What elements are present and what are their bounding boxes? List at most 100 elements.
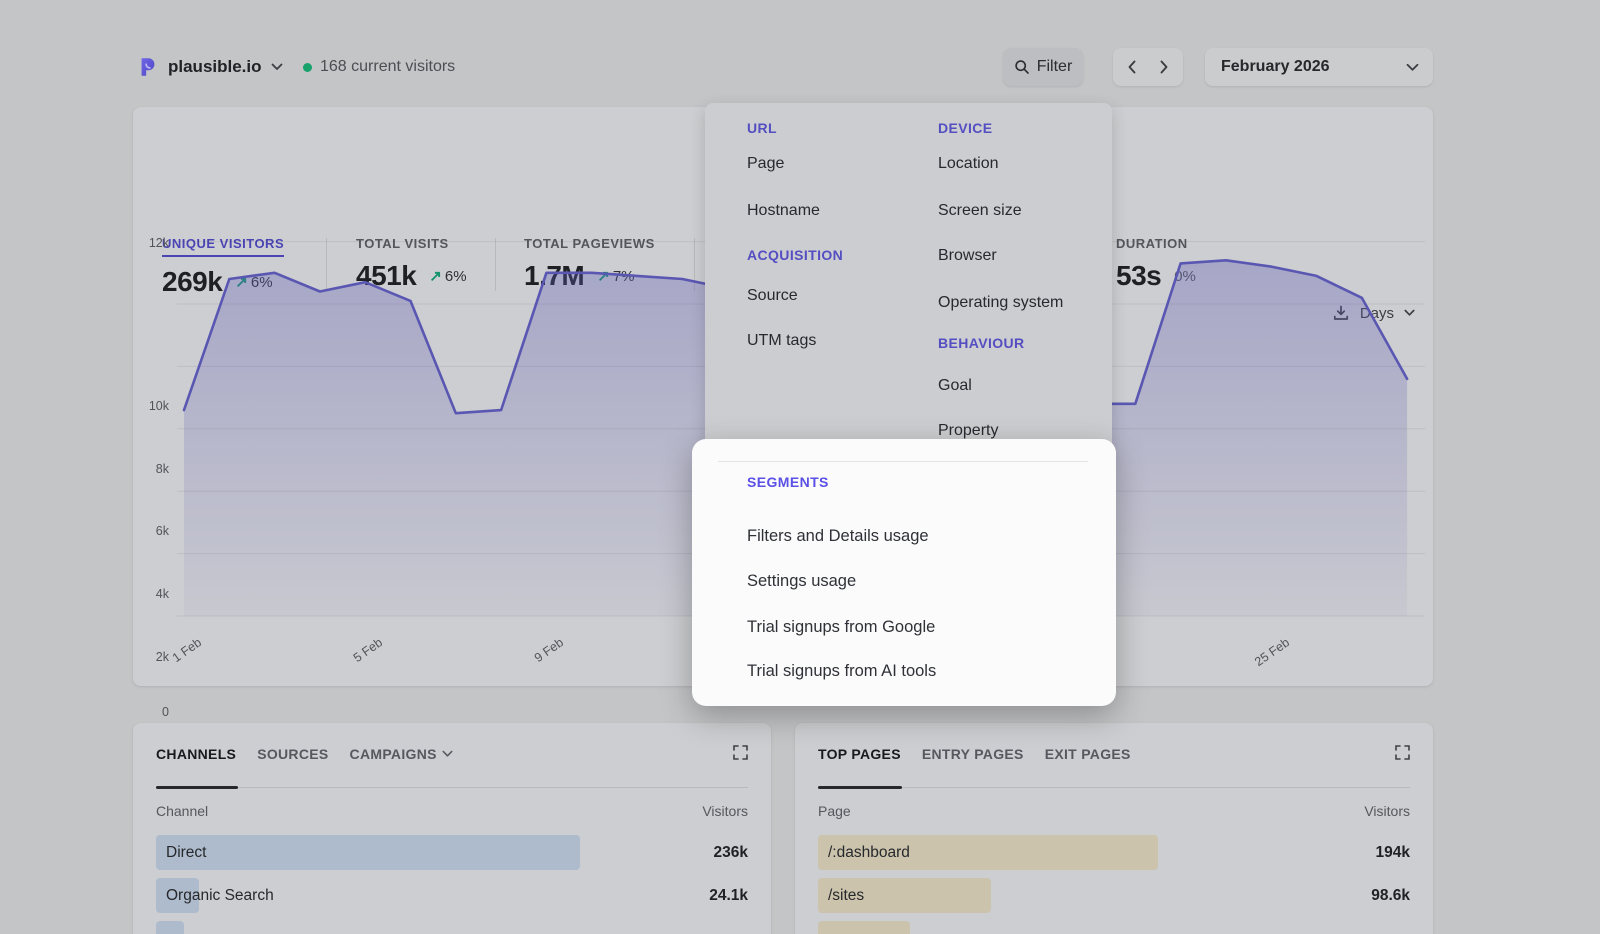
stat-change: 6% — [251, 274, 273, 291]
segment-settings-usage[interactable]: Settings usage — [747, 572, 856, 591]
row-name: Direct — [156, 844, 206, 862]
table-row[interactable]: /:dashboard 194k — [818, 835, 1410, 870]
search-icon — [1014, 59, 1030, 75]
table-row[interactable]: /sites 98.6k — [818, 878, 1410, 913]
row-value: 194k — [1376, 844, 1410, 862]
tab-campaigns[interactable]: CAMPAIGNS — [350, 746, 453, 762]
stat-change: 7% — [613, 268, 635, 285]
stat-label: DURATION — [1116, 236, 1196, 251]
chevron-right-icon[interactable] — [1159, 60, 1169, 74]
segment-trial-signups-google[interactable]: Trial signups from Google — [747, 618, 935, 637]
pages-panel: TOP PAGES ENTRY PAGES EXIT PAGES Page Vi… — [795, 723, 1433, 934]
stat-duration[interactable]: DURATION 53s 0% — [1116, 236, 1196, 292]
filter-item-browser[interactable]: Browser — [938, 247, 997, 265]
filter-item-goal[interactable]: Goal — [938, 377, 972, 395]
stat-divider — [326, 238, 327, 291]
dashboard-page: plausible.io 168 current visitors Filter… — [0, 0, 1600, 934]
stat-divider — [495, 238, 496, 291]
row-name: Organic Search — [156, 887, 274, 905]
tab-channels[interactable]: CHANNELS — [156, 746, 236, 762]
y-tick: 12k — [137, 236, 169, 250]
x-tick: 5 Feb — [325, 635, 385, 683]
y-tick: 0 — [137, 705, 169, 719]
y-tick: 6k — [137, 524, 169, 538]
segments-title: SEGMENTS — [747, 474, 829, 490]
expand-icon[interactable] — [733, 745, 748, 760]
filter-item-screen-size[interactable]: Screen size — [938, 202, 1022, 220]
date-range-label: February 2026 — [1221, 58, 1330, 76]
column-header: Page — [818, 803, 851, 819]
filter-item-property[interactable]: Property — [938, 422, 998, 440]
column-header: Visitors — [702, 803, 748, 819]
table-row[interactable]: Organic Search 24.1k — [156, 878, 748, 913]
y-tick: 4k — [137, 587, 169, 601]
live-dot-icon — [303, 63, 312, 72]
tab-divider — [818, 787, 1410, 788]
filter-item-utm-tags[interactable]: UTM tags — [747, 332, 816, 350]
y-tick: 10k — [137, 399, 169, 413]
filter-item-operating-system[interactable]: Operating system — [938, 294, 1063, 312]
column-header: Channel — [156, 803, 208, 819]
interval-select[interactable]: Days — [1360, 305, 1394, 322]
tab-divider — [156, 787, 748, 788]
date-range-picker[interactable]: February 2026 — [1205, 48, 1433, 86]
filter-button-label: Filter — [1037, 58, 1073, 76]
filter-group-device: DEVICE — [938, 120, 993, 136]
active-tab-underline — [156, 786, 238, 789]
filter-item-page[interactable]: Page — [747, 155, 784, 173]
row-value: 24.1k — [709, 887, 748, 905]
table-row — [818, 921, 1410, 934]
table-row[interactable]: Direct 236k — [156, 835, 748, 870]
site-name: plausible.io — [168, 57, 262, 77]
stat-total-visits[interactable]: TOTAL VISITS 451k ↗6% — [356, 236, 467, 292]
site-switcher[interactable]: plausible.io — [137, 48, 283, 86]
partial-row-bar — [156, 921, 184, 934]
segment-trial-signups-ai-tools[interactable]: Trial signups from AI tools — [747, 662, 936, 681]
up-arrow-icon: ↗ — [597, 267, 610, 285]
column-header: Visitors — [1364, 803, 1410, 819]
chevron-down-icon — [442, 750, 453, 758]
stat-value: 1.7M — [524, 260, 584, 292]
segment-filters-details-usage[interactable]: Filters and Details usage — [747, 527, 929, 546]
tab-exit-pages[interactable]: EXIT PAGES — [1045, 746, 1131, 762]
tab-sources[interactable]: SOURCES — [257, 746, 328, 762]
filter-item-location[interactable]: Location — [938, 155, 999, 173]
stat-label: TOTAL PAGEVIEWS — [524, 236, 655, 251]
filter-group-acquisition: ACQUISITION — [747, 247, 843, 263]
tab-entry-pages[interactable]: ENTRY PAGES — [922, 746, 1024, 762]
segments-spotlight-panel: SEGMENTS Filters and Details usage Setti… — [692, 439, 1116, 706]
stat-total-pageviews[interactable]: TOTAL PAGEVIEWS 1.7M ↗7% — [524, 236, 655, 292]
filter-dropdown-menu: URL Page Hostname ACQUISITION Source UTM… — [705, 103, 1112, 463]
chevron-left-icon[interactable] — [1127, 60, 1137, 74]
channels-panel: CHANNELS SOURCES CAMPAIGNS Channel Visit… — [133, 723, 771, 934]
stat-value: 451k — [356, 260, 416, 292]
filter-group-behaviour: BEHAVIOUR — [938, 335, 1025, 351]
date-nav — [1113, 48, 1183, 86]
segments-divider — [718, 461, 1088, 462]
tab-top-pages[interactable]: TOP PAGES — [818, 746, 901, 762]
download-icon[interactable] — [1332, 304, 1350, 322]
row-name: /sites — [818, 887, 864, 905]
stat-divider — [694, 238, 695, 291]
chevron-down-icon — [271, 63, 283, 71]
row-name: /:dashboard — [818, 844, 910, 862]
stat-label: UNIQUE VISITORS — [162, 236, 284, 257]
up-arrow-icon: ↗ — [429, 267, 442, 285]
y-tick: 8k — [137, 462, 169, 476]
filter-item-source[interactable]: Source — [747, 287, 798, 305]
current-visitors-label: 168 current visitors — [320, 58, 455, 76]
chevron-down-icon[interactable] — [1404, 309, 1415, 317]
active-tab-underline — [818, 786, 902, 789]
plausible-logo-icon — [137, 56, 159, 78]
current-visitors[interactable]: 168 current visitors — [303, 48, 455, 86]
filter-button[interactable]: Filter — [1003, 48, 1083, 86]
expand-icon[interactable] — [1395, 745, 1410, 760]
stat-change: 0% — [1174, 268, 1196, 285]
stat-unique-visitors[interactable]: UNIQUE VISITORS 269k ↗6% — [162, 236, 284, 298]
x-tick: 25 Feb — [1232, 635, 1292, 683]
stat-value: 53s — [1116, 260, 1161, 292]
x-tick: 9 Feb — [506, 635, 566, 683]
filter-item-hostname[interactable]: Hostname — [747, 202, 820, 220]
row-value: 98.6k — [1371, 887, 1410, 905]
interval-controls: Days — [1332, 304, 1415, 322]
